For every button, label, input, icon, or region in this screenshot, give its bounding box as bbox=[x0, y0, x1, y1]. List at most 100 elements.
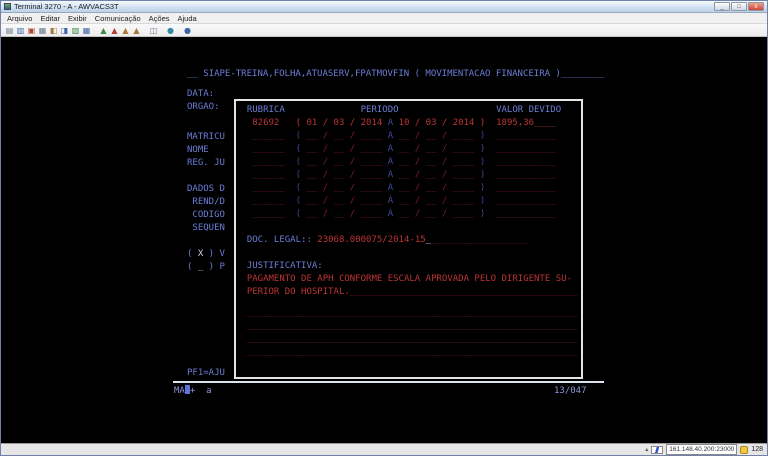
periodo-end-field[interactable]: __ / __ / ____ bbox=[393, 131, 480, 141]
menu-acoes[interactable]: Ações bbox=[145, 14, 174, 23]
periodo-start-field[interactable]: __ / __ / ____ bbox=[301, 183, 388, 193]
justificativa-empty-line[interactable]: ________________________________________… bbox=[236, 346, 581, 359]
copy-icon[interactable]: ◧ bbox=[48, 25, 59, 36]
rubrica-field[interactable]: ______ bbox=[236, 183, 296, 193]
receive-file-icon[interactable]: ▲ bbox=[109, 25, 120, 36]
paste-icon[interactable]: ◨ bbox=[59, 25, 70, 36]
window-title: Terminal 3270 - A - AWVACS3T bbox=[14, 2, 714, 11]
save-session-icon[interactable]: ▣ bbox=[26, 25, 37, 36]
label-sequencial: SEQUEN bbox=[187, 222, 225, 235]
oia-separator-line bbox=[173, 381, 604, 383]
statusbar-overflow-arrow[interactable]: ▴ bbox=[645, 446, 648, 453]
cursor-position-indicator: 13/047 bbox=[554, 385, 587, 398]
cut-icon[interactable]: ▦ bbox=[37, 25, 48, 36]
rubrica-field[interactable]: ______ bbox=[236, 196, 296, 206]
doc-legal-value[interactable]: 23068.000075/2014-15 bbox=[317, 235, 425, 245]
title-bar[interactable]: Terminal 3270 - A - AWVACS3T _ □ x bbox=[1, 1, 767, 13]
print-icon[interactable]: ▧ bbox=[70, 25, 81, 36]
spacer-line bbox=[236, 221, 581, 234]
periodo-start-field[interactable]: __ / __ / ____ bbox=[301, 196, 388, 206]
rubrica-row-empty[interactable]: ______ ( __ / __ / ____ A __ / __ / ____… bbox=[236, 208, 581, 221]
rubrica-row-empty[interactable]: ______ ( __ / __ / ____ A __ / __ / ____… bbox=[236, 156, 581, 169]
valor-devido-field[interactable]: ___________ bbox=[496, 157, 556, 167]
help-globe-icon[interactable]: ● bbox=[182, 25, 193, 36]
periodo-end-field[interactable]: __ / __ / ____ bbox=[393, 196, 480, 206]
option-p-paren-open: ( bbox=[187, 262, 198, 272]
label-reg-juridico: REG. JU bbox=[187, 157, 225, 170]
periodo-end-field[interactable]: __ / __ / ____ bbox=[393, 157, 480, 167]
periodo-end-field[interactable]: __ / __ / ____ bbox=[393, 170, 480, 180]
option-v-row[interactable]: ( X ) V bbox=[187, 248, 225, 261]
justificativa-text-line1[interactable]: PAGAMENTO DE APH CONFORME ESCALA APROVAD… bbox=[236, 273, 581, 286]
status-bar: ▴ 161.148.40.200:23000 128 bbox=[1, 443, 767, 455]
periodo-start-field[interactable]: __ / __ / ____ bbox=[301, 131, 388, 141]
app-icon bbox=[4, 3, 11, 10]
doc-legal-label: DOC. LEGAL:: bbox=[236, 235, 317, 245]
rubrica-row-empty[interactable]: ______ ( __ / __ / ____ A __ / __ / ____… bbox=[236, 169, 581, 182]
rubrica-field[interactable]: ______ bbox=[236, 209, 296, 219]
menu-ajuda[interactable]: Ajuda bbox=[174, 14, 201, 23]
restore-button[interactable]: □ bbox=[731, 2, 747, 11]
label-rendimento: REND/D bbox=[187, 196, 225, 209]
encryption-lock-icon bbox=[740, 446, 748, 454]
rubrica-value[interactable]: 82692 bbox=[236, 118, 296, 128]
send-file-icon[interactable]: ▲ bbox=[98, 25, 109, 36]
rubrica-row-empty[interactable]: ______ ( __ / __ / ____ A __ / __ / ____… bbox=[236, 143, 581, 156]
menu-comunicacao[interactable]: Comunicação bbox=[91, 14, 145, 23]
menu-exibir[interactable]: Exibir bbox=[64, 14, 91, 23]
grid-icon[interactable]: ▦ bbox=[81, 25, 92, 36]
movimentacao-popup-window: RUBRICA PERIODO VALOR DEVIDO 82692 ( 01 … bbox=[234, 99, 583, 379]
label-codigo: CODIGO bbox=[187, 209, 225, 222]
justificativa-field-tail[interactable]: ________________________________________… bbox=[350, 287, 578, 297]
justificativa-text-line2[interactable]: PERIOR DO HOSPITAL._____________________… bbox=[236, 286, 581, 299]
rubrica-row-empty[interactable]: ______ ( __ / __ / ____ A __ / __ / ____… bbox=[236, 130, 581, 143]
justificativa-empty-line[interactable]: ________________________________________… bbox=[236, 307, 581, 320]
label-nome: NOME bbox=[187, 144, 209, 157]
rubrica-row-empty[interactable]: ______ ( __ / __ / ____ A __ / __ / ____… bbox=[236, 182, 581, 195]
upload-icon[interactable]: ▲ bbox=[120, 25, 131, 36]
oia-system-status: MA bbox=[174, 386, 185, 396]
refresh-icon[interactable]: ● bbox=[165, 25, 176, 36]
close-button[interactable]: x bbox=[748, 2, 764, 11]
open-session-icon[interactable]: ▥ bbox=[15, 25, 26, 36]
periodo-end-field[interactable]: __ / __ / ____ bbox=[393, 144, 480, 154]
justificativa-label: JUSTIFICATIVA: bbox=[236, 260, 581, 273]
rubrica-field[interactable]: ______ bbox=[236, 131, 296, 141]
periodo-start-value[interactable]: ( 01 / 03 / 2014 bbox=[296, 118, 388, 128]
minimize-button[interactable]: _ bbox=[714, 2, 730, 11]
option-v-paren-open: ( bbox=[187, 249, 198, 259]
valor-devido-field[interactable]: ___________ bbox=[496, 131, 556, 141]
justificativa-empty-line[interactable]: ________________________________________… bbox=[236, 333, 581, 346]
pf1-help-label: PF1=AJU bbox=[187, 367, 225, 380]
periodo-end-field[interactable]: __ / __ / ____ bbox=[393, 209, 480, 219]
rubrica-row-empty[interactable]: ______ ( __ / __ / ____ A __ / __ / ____… bbox=[236, 195, 581, 208]
rubrica-field[interactable]: ______ bbox=[236, 144, 296, 154]
label-orgao: ORGAO: bbox=[187, 101, 220, 114]
periodo-start-field[interactable]: __ / __ / ____ bbox=[301, 209, 388, 219]
valor-devido-field[interactable]: ___________ bbox=[496, 144, 556, 154]
periodo-start-field[interactable]: __ / __ / ____ bbox=[301, 157, 388, 167]
doc-legal-field-tail[interactable]: __________________ bbox=[431, 235, 529, 245]
option-p-label: ) P bbox=[203, 262, 225, 272]
valor-devido-field[interactable]: ___________ bbox=[496, 209, 556, 219]
display-setup-icon[interactable]: ◫ bbox=[148, 25, 159, 36]
valor-devido-field[interactable]: ___________ bbox=[496, 183, 556, 193]
new-session-icon[interactable]: ▤ bbox=[4, 25, 15, 36]
valor-devido-value[interactable]: 1895,36____ bbox=[496, 118, 556, 128]
periodo-end-field[interactable]: __ / __ / ____ bbox=[393, 183, 480, 193]
periodo-end-value[interactable]: 10 / 03 / 2014 ) bbox=[393, 118, 485, 128]
menu-arquivo[interactable]: Arquivo bbox=[3, 14, 36, 23]
valor-devido-field[interactable]: ___________ bbox=[496, 170, 556, 180]
periodo-start-field[interactable]: __ / __ / ____ bbox=[301, 144, 388, 154]
download-icon[interactable]: ▲ bbox=[131, 25, 142, 36]
periodo-start-field[interactable]: __ / __ / ____ bbox=[301, 170, 388, 180]
justificativa-empty-line[interactable]: ________________________________________… bbox=[236, 320, 581, 333]
menu-editar[interactable]: Editar bbox=[36, 14, 64, 23]
terminal-screen[interactable]: __ SIAPE-TREINA,FOLHA,ATUASERV,FPATMOVFI… bbox=[1, 38, 767, 443]
rubrica-field[interactable]: ______ bbox=[236, 157, 296, 167]
option-p-row[interactable]: ( _ ) P bbox=[187, 261, 225, 274]
valor-devido-field[interactable]: ___________ bbox=[496, 196, 556, 206]
doc-legal-row[interactable]: DOC. LEGAL:: 23068.000075/2014-15 _______… bbox=[236, 234, 581, 247]
rubrica-field[interactable]: ______ bbox=[236, 170, 296, 180]
rubrica-row-filled[interactable]: 82692 ( 01 / 03 / 2014 A 10 / 03 / 2014 … bbox=[236, 117, 581, 130]
